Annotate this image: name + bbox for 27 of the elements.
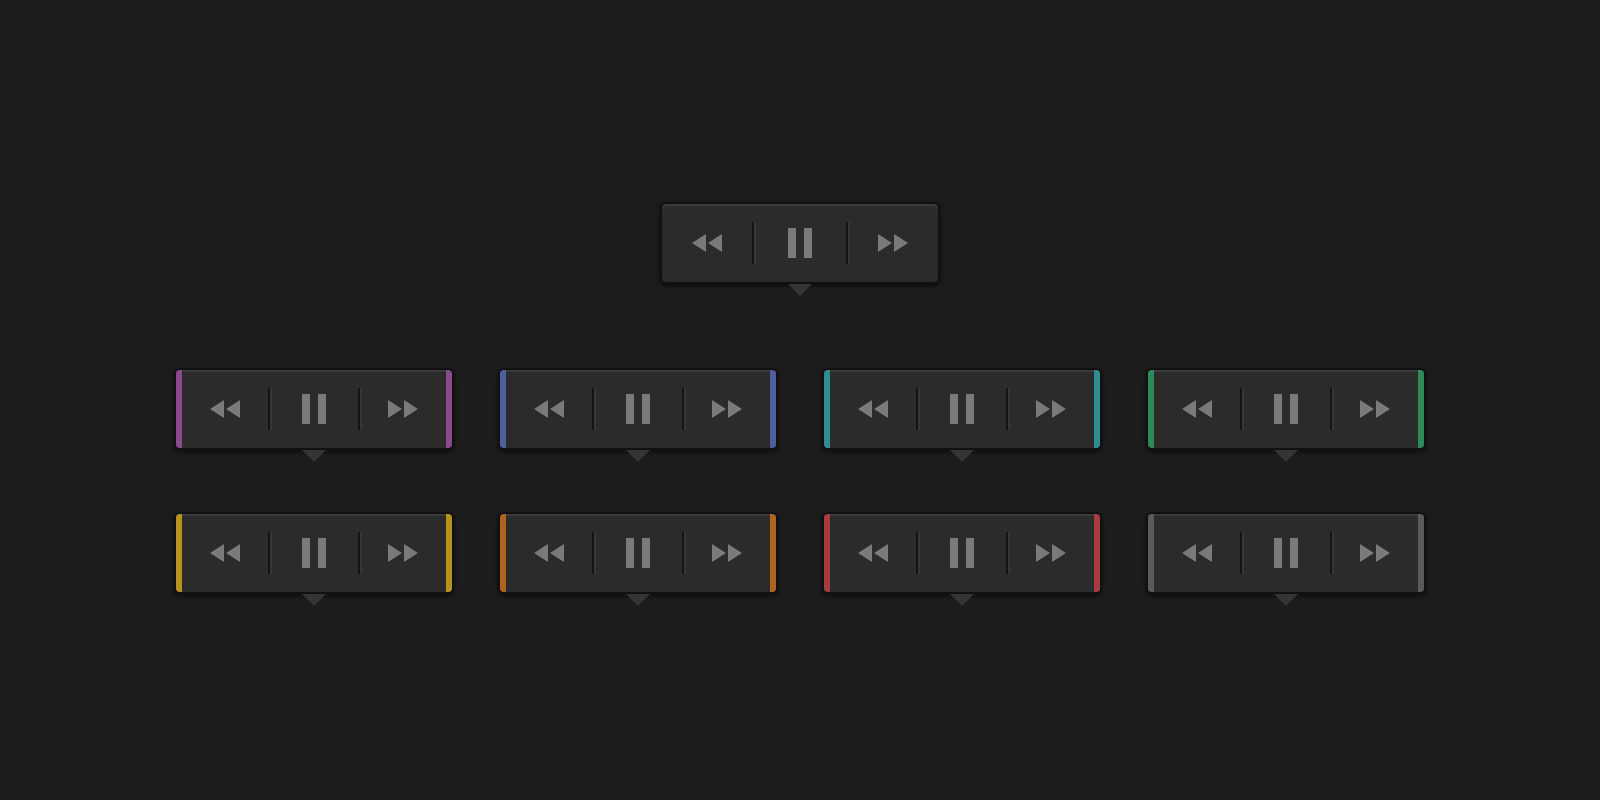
fast-forward-icon <box>1035 544 1066 562</box>
pause-icon <box>949 394 974 424</box>
fast-forward-icon <box>1359 544 1390 562</box>
fast-forward-icon <box>387 400 418 418</box>
rewind-icon <box>692 234 723 252</box>
fast-forward-icon <box>877 234 908 252</box>
pause-icon <box>787 228 812 258</box>
pause-icon <box>301 394 326 424</box>
pause-icon <box>301 538 326 568</box>
fast-forward-icon <box>711 400 742 418</box>
pause-icon <box>625 394 650 424</box>
rewind-icon <box>1182 544 1213 562</box>
pause-icon <box>625 538 650 568</box>
pause-icon <box>949 538 974 568</box>
fast-forward-icon <box>711 544 742 562</box>
rewind-icon <box>210 544 241 562</box>
rewind-icon <box>1182 400 1213 418</box>
rewind-icon <box>210 400 241 418</box>
pause-icon <box>1273 394 1298 424</box>
rewind-icon <box>858 544 889 562</box>
pause-icon <box>1273 538 1298 568</box>
rewind-icon <box>858 400 889 418</box>
fast-forward-icon <box>1035 400 1066 418</box>
fast-forward-icon <box>387 544 418 562</box>
rewind-icon <box>534 400 565 418</box>
rewind-icon <box>534 544 565 562</box>
fast-forward-icon <box>1359 400 1390 418</box>
